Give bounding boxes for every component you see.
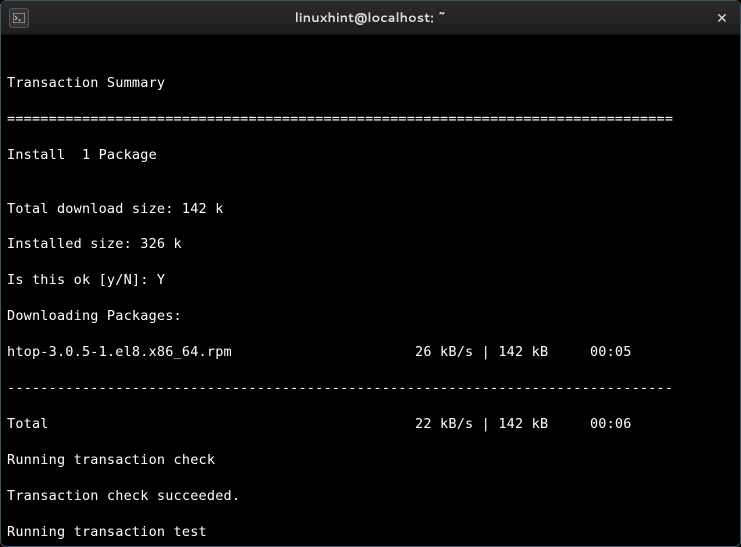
terminal-icon[interactable]: [9, 8, 29, 28]
window-titlebar: linuxhint@localhost: ~ ✕: [1, 1, 740, 35]
output-line: htop-3.0.5-1.el8.x86_64.rpm 26 kB/s | 14…: [7, 344, 734, 362]
output-line: ========================================…: [7, 111, 734, 129]
output-line: Total download size: 142 k: [7, 201, 734, 219]
output-line: Transaction Summary: [7, 75, 734, 93]
output-line: Is this ok [y/N]: Y: [7, 272, 734, 290]
output-line: Installed size: 326 k: [7, 236, 734, 254]
output-line: Running transaction check: [7, 452, 734, 470]
output-line: Downloading Packages:: [7, 308, 734, 326]
close-icon[interactable]: ✕: [712, 8, 732, 28]
output-line: Total 22 kB/s | 142 kB 00:06: [7, 416, 734, 434]
output-line: Running transaction test: [7, 524, 734, 542]
output-line: ----------------------------------------…: [7, 380, 734, 398]
output-line: Install 1 Package: [7, 147, 734, 165]
window-title: linuxhint@localhost: ~: [29, 9, 712, 27]
output-line: Transaction check succeeded.: [7, 488, 734, 506]
terminal-output[interactable]: Transaction Summary ====================…: [1, 35, 740, 546]
